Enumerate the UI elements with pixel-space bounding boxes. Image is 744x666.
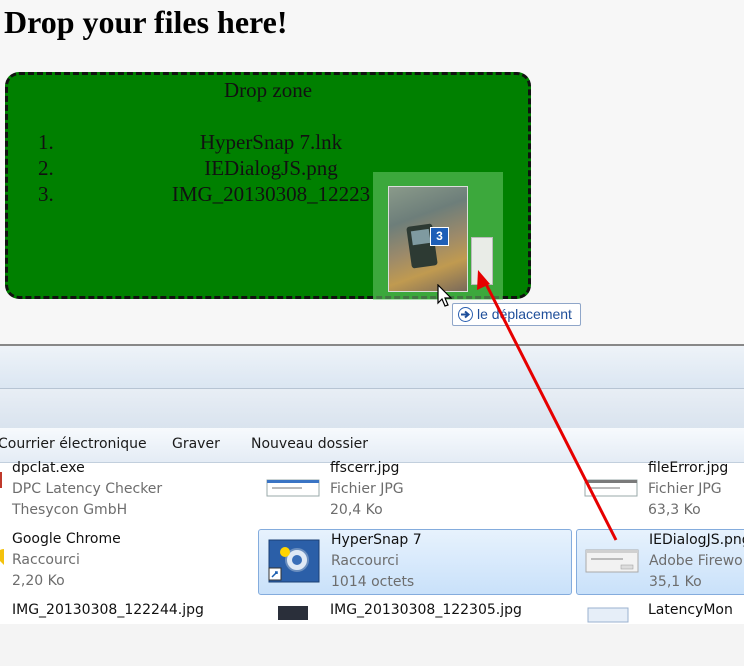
file-name: Google Chrome xyxy=(12,531,121,547)
list-item: 1. HyperSnap 7.lnk xyxy=(8,130,534,156)
file-tile-selected[interactable]: IEDialogJS.png Adobe Firewor 35,1 Ko xyxy=(576,529,744,595)
file-name: ffscerr.jpg xyxy=(330,460,400,476)
file-info: 35,1 Ko xyxy=(649,574,702,590)
drop-zone-label: Drop zone xyxy=(223,78,313,102)
file-name: dpclat.exe xyxy=(12,460,85,476)
explorer-title-bar xyxy=(0,344,744,388)
file-name: HyperSnap 7 xyxy=(331,532,422,548)
file-type: Raccourci xyxy=(12,552,80,568)
file-name: fileError.jpg xyxy=(648,460,729,476)
file-type: Fichier JPG xyxy=(648,481,722,497)
file-info: 1014 octets xyxy=(331,574,415,590)
file-tile[interactable]: LatencyMon xyxy=(576,600,744,666)
file-name: IMG_20130308_122305.jpg xyxy=(330,602,522,618)
app-icon xyxy=(587,607,629,623)
file-type: Fichier JPG xyxy=(330,481,404,497)
list-number: 2. xyxy=(38,156,54,180)
file-explorer-window: Courrier électronique Graver Nouveau dos… xyxy=(0,344,744,624)
drag-tooltip: le déplacement xyxy=(452,303,581,326)
explorer-address-bar[interactable] xyxy=(0,388,744,430)
file-tile-selected[interactable]: HyperSnap 7 Raccourci 1014 octets xyxy=(258,529,572,595)
move-arrow-icon xyxy=(458,307,473,322)
list-number: 3. xyxy=(38,182,54,206)
file-type: Adobe Firewor xyxy=(649,553,744,569)
file-tile[interactable]: fileError.jpg Fichier JPG 63,3 Ko xyxy=(576,458,744,524)
list-number: 1. xyxy=(38,130,54,154)
jpg-thumbnail-icon xyxy=(266,479,320,497)
file-type: DPC Latency Checker xyxy=(12,481,163,497)
photo-thumbnail-icon xyxy=(278,606,308,620)
dropped-file-name: HyperSnap 7.lnk xyxy=(199,130,343,154)
drag-tooltip-text: le déplacement xyxy=(477,306,572,322)
file-info: 63,3 Ko xyxy=(648,502,701,518)
file-grid: dpclat.exe DPC Latency Checker Thesycon … xyxy=(0,460,744,624)
page-title: Drop your files here! xyxy=(4,4,288,40)
toolbar-burn-button[interactable]: Graver xyxy=(172,436,220,452)
file-name: IMG_20130308_122244.jpg xyxy=(12,602,204,618)
file-tile[interactable]: dpclat.exe DPC Latency Checker Thesycon … xyxy=(0,458,250,524)
file-name: IEDialogJS.png xyxy=(649,532,744,548)
file-info: 2,20 Ko xyxy=(12,573,65,589)
toolbar-email-button[interactable]: Courrier électronique xyxy=(0,436,147,452)
toolbar-new-folder-button[interactable]: Nouveau dossier xyxy=(251,436,368,452)
file-tile[interactable]: ffscerr.jpg Fichier JPG 20,4 Ko xyxy=(258,458,568,524)
exe-icon xyxy=(0,472,2,488)
drag-preview: 3 xyxy=(373,172,503,300)
file-name: LatencyMon xyxy=(648,602,733,618)
drag-thumbnail-image xyxy=(388,186,493,292)
png-thumbnail-icon xyxy=(585,549,639,573)
file-info: Thesycon GmbH xyxy=(12,502,128,518)
hypersnap-icon xyxy=(268,539,320,583)
paper-shape xyxy=(471,237,493,285)
web-page: Drop your files here! Drop zone 1. Hyper… xyxy=(0,0,744,345)
file-info: 20,4 Ko xyxy=(330,502,383,518)
mouse-cursor-icon xyxy=(437,284,453,307)
chrome-icon xyxy=(0,549,4,565)
file-type: Raccourci xyxy=(331,553,399,569)
file-tile[interactable]: Google Chrome Raccourci 2,20 Ko xyxy=(0,529,250,595)
drag-count-badge: 3 xyxy=(430,227,449,246)
file-tile[interactable]: IMG_20130308_122244.jpg xyxy=(0,600,250,666)
file-tile[interactable]: IMG_20130308_122305.jpg xyxy=(258,600,568,666)
jpg-thumbnail-icon xyxy=(584,479,638,497)
